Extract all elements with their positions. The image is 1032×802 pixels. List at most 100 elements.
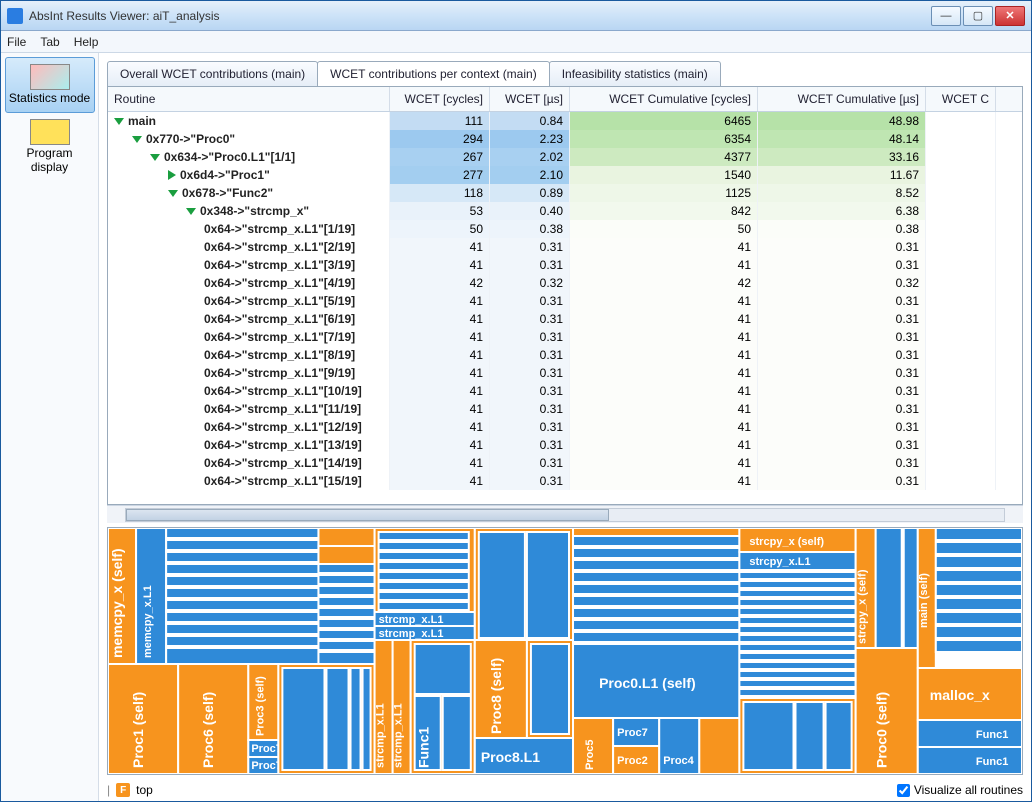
svg-text:main (self): main (self) [918,573,930,628]
table-row[interactable]: 0x770->"Proc0"2942.23635448.14 [108,130,1022,148]
svg-text:Proc6 (self): Proc6 (self) [200,692,216,768]
visualize-checkbox[interactable]: Visualize all routines [897,783,1023,797]
routine-name: 0x770->"Proc0" [146,132,235,146]
tab-wcet-per-context[interactable]: WCET contributions per context (main) [317,61,550,86]
window-title: AbsInt Results Viewer: aiT_analysis [29,9,931,23]
table-row[interactable]: 0x6d4->"Proc1"2772.10154011.67 [108,166,1022,184]
routine-name: 0x634->"Proc0.L1"[1/1] [164,150,295,164]
sidebar-item-program-display[interactable]: Program display [5,113,95,181]
sidebar: Statistics mode Program display [1,53,99,801]
svg-text:Proc5: Proc5 [584,739,596,770]
tab-infeasibility[interactable]: Infeasibility statistics (main) [549,61,721,86]
footer: | F top Visualize all routines [99,779,1031,801]
table-row[interactable]: 0x634->"Proc0.L1"[1/1]2672.02437733.16 [108,148,1022,166]
table-row[interactable]: 0x348->"strcmp_x"530.408426.38 [108,202,1022,220]
close-button[interactable]: ✕ [995,6,1025,26]
table-row[interactable]: 0x64->"strcmp_x.L1"[14/19]410.31410.31 [108,454,1022,472]
svg-text:Proc7: Proc7 [251,743,282,755]
routine-name: 0x64->"strcmp_x.L1"[13/19] [204,438,362,452]
routine-name: 0x64->"strcmp_x.L1"[15/19] [204,474,362,488]
collapsed-icon[interactable] [168,170,176,180]
routine-name: 0x64->"strcmp_x.L1"[9/19] [204,366,355,380]
program-icon [30,119,70,145]
table-row[interactable]: 0x64->"strcmp_x.L1"[15/19]410.31410.31 [108,472,1022,490]
routine-name: 0x64->"strcmp_x.L1"[2/19] [204,240,355,254]
table-row[interactable]: 0x64->"strcmp_x.L1"[3/19]410.31410.31 [108,256,1022,274]
table-row[interactable]: 0x64->"strcmp_x.L1"[2/19]410.31410.31 [108,238,1022,256]
titlebar[interactable]: AbsInt Results Viewer: aiT_analysis — ▢ … [1,1,1031,31]
table-row[interactable]: 0x64->"strcmp_x.L1"[4/19]420.32420.32 [108,274,1022,292]
app-icon [7,8,23,24]
expand-icon[interactable] [168,190,178,197]
menu-tab[interactable]: Tab [40,35,59,49]
menu-file[interactable]: File [7,35,26,49]
col-cum-us[interactable]: WCET Cumulative [µs] [758,87,926,111]
routine-name: 0x64->"strcmp_x.L1"[4/19] [204,276,355,290]
routine-name: 0x348->"strcmp_x" [200,204,309,218]
table-row[interactable]: 0x64->"strcmp_x.L1"[5/19]410.31410.31 [108,292,1022,310]
expand-icon[interactable] [150,154,160,161]
table-row[interactable]: 0x64->"strcmp_x.L1"[11/19]410.31410.31 [108,400,1022,418]
table-row[interactable]: 0x64->"strcmp_x.L1"[13/19]410.31410.31 [108,436,1022,454]
table-row[interactable]: 0x64->"strcmp_x.L1"[7/19]410.31410.31 [108,328,1022,346]
svg-text:Func1: Func1 [976,729,1008,741]
table-row[interactable]: 0x64->"strcmp_x.L1"[1/19]500.38500.38 [108,220,1022,238]
col-wcet-us[interactable]: WCET [µs] [490,87,570,111]
top-label[interactable]: top [136,783,153,797]
visualize-checkbox-input[interactable] [897,784,910,797]
table-row[interactable]: 0x64->"strcmp_x.L1"[8/19]410.31410.31 [108,346,1022,364]
results-table: Routine WCET [cycles] WCET [µs] WCET Cum… [107,86,1023,505]
svg-text:Proc3 (self): Proc3 (self) [254,676,266,736]
wcet-treemap[interactable]: memcpy_x (self) memcpy_x.L1 [107,527,1023,775]
routine-name: 0x64->"strcmp_x.L1"[10/19] [204,384,362,398]
expand-icon[interactable] [114,118,124,125]
tabs: Overall WCET contributions (main) WCET c… [99,53,1031,86]
sidebar-item-statistics-mode[interactable]: Statistics mode [5,57,95,113]
expand-icon[interactable] [132,136,142,143]
routine-name: 0x64->"strcmp_x.L1"[7/19] [204,330,355,344]
menu-help[interactable]: Help [74,35,99,49]
separator: | [107,783,110,797]
table-row[interactable]: 0x678->"Func2"1180.8911258.52 [108,184,1022,202]
svg-text:strcmp_x.L1: strcmp_x.L1 [379,628,444,640]
svg-text:Proc7: Proc7 [617,727,648,739]
routine-name: 0x64->"strcmp_x.L1"[11/19] [204,402,361,416]
menubar: File Tab Help [1,31,1031,53]
routine-name: main [128,114,156,128]
sidebar-item-label: Program display [7,147,93,175]
svg-text:Proc4: Proc4 [663,755,694,767]
minimize-button[interactable]: — [931,6,961,26]
svg-text:Proc2: Proc2 [617,755,648,767]
expand-icon[interactable] [186,208,196,215]
routine-name: 0x6d4->"Proc1" [180,168,270,182]
scrollbar-thumb[interactable] [126,509,609,521]
routine-name: 0x678->"Func2" [182,186,273,200]
svg-text:Proc0 (self): Proc0 (self) [874,692,890,768]
table-body[interactable]: main1110.84646548.980x770->"Proc0"2942.2… [108,112,1022,504]
svg-text:Func1: Func1 [416,727,432,768]
table-row[interactable]: 0x64->"strcmp_x.L1"[6/19]410.31410.31 [108,310,1022,328]
table-row[interactable]: main1110.84646548.98 [108,112,1022,130]
col-routine[interactable]: Routine [108,87,390,111]
routine-name: 0x64->"strcmp_x.L1"[8/19] [204,348,355,362]
col-overflow[interactable]: WCET C [926,87,996,111]
svg-text:strcmp_x.L1: strcmp_x.L1 [393,703,405,768]
routine-name: 0x64->"strcmp_x.L1"[6/19] [204,312,355,326]
tab-overall-wcet[interactable]: Overall WCET contributions (main) [107,61,318,86]
routine-name: 0x64->"strcmp_x.L1"[1/19] [204,222,355,236]
routine-name: 0x64->"strcmp_x.L1"[12/19] [204,420,362,434]
svg-text:Proc8 (self): Proc8 (self) [488,658,504,734]
svg-text:malloc_x: malloc_x [930,687,990,703]
maximize-button[interactable]: ▢ [963,6,993,26]
table-row[interactable]: 0x64->"strcmp_x.L1"[12/19]410.31410.31 [108,418,1022,436]
svg-text:strcpy_x.L1: strcpy_x.L1 [749,556,810,568]
table-row[interactable]: 0x64->"strcmp_x.L1"[9/19]410.31410.31 [108,364,1022,382]
svg-text:Proc0.L1 (self): Proc0.L1 (self) [599,675,696,691]
svg-text:memcpy_x.L1: memcpy_x.L1 [142,585,154,658]
col-wcet-cycles[interactable]: WCET [cycles] [390,87,490,111]
routine-name: 0x64->"strcmp_x.L1"[3/19] [204,258,355,272]
col-cum-cycles[interactable]: WCET Cumulative [cycles] [570,87,758,111]
svg-text:Proc8.L1: Proc8.L1 [481,749,540,765]
table-row[interactable]: 0x64->"strcmp_x.L1"[10/19]410.31410.31 [108,382,1022,400]
horizontal-scrollbar[interactable] [107,505,1023,523]
